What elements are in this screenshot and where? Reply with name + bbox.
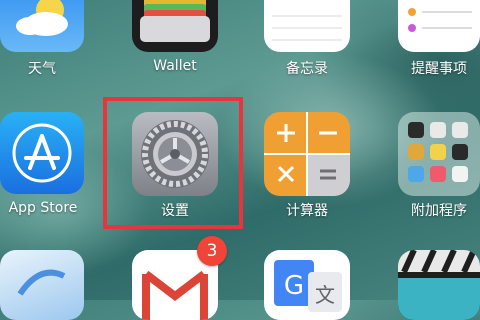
blue-app-icon (0, 250, 84, 320)
app-store-label: App Store (8, 200, 78, 216)
translate-icon: G 文 (264, 250, 350, 320)
notes-icon (264, 0, 350, 52)
notes-label: 备忘录 (286, 61, 328, 77)
svg-text:文: 文 (315, 283, 335, 307)
svg-text:G: G (284, 271, 304, 301)
weather-icon (0, 0, 84, 52)
reminders-icon (398, 0, 480, 52)
folder-icon (398, 112, 480, 196)
clapper-icon (398, 250, 480, 320)
highlight-box (103, 97, 243, 229)
calculator-label: 计算器 (286, 203, 328, 219)
reminders-label: 提醒事项 (411, 61, 467, 77)
weather-label: 天气 (28, 61, 56, 77)
wallet-icon (132, 0, 218, 52)
extras-folder-label: 附加程序 (411, 203, 467, 219)
calculator-icon (264, 112, 350, 196)
app-store-icon (0, 112, 84, 194)
wallet-label: Wallet (153, 58, 197, 74)
notification-badge: 3 (197, 236, 227, 266)
